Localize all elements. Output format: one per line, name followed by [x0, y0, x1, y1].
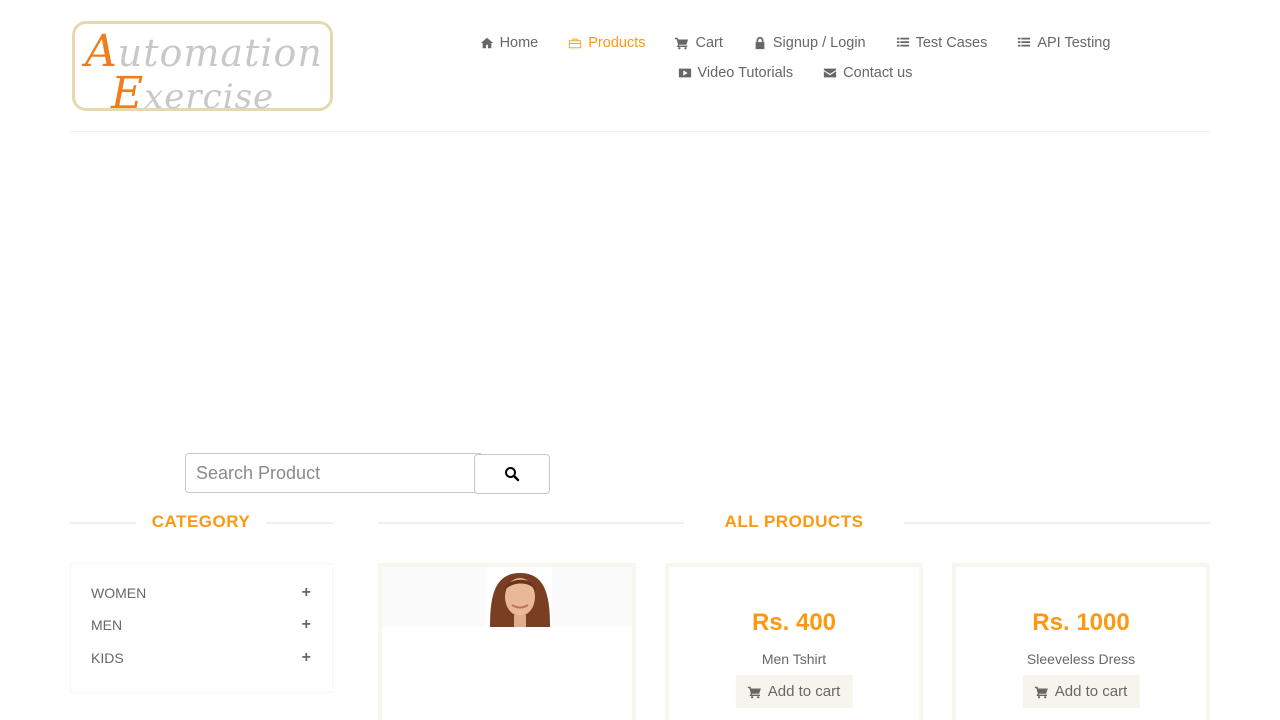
nav-row-1: Home Products Cart Signup / Login Test C… — [470, 28, 1120, 58]
cart-icon — [747, 686, 761, 698]
cart-icon — [1034, 686, 1048, 698]
site-logo[interactable]: Automation Exercise — [72, 21, 333, 119]
plus-icon[interactable]: + — [302, 584, 311, 602]
category-men[interactable]: MEN + — [91, 616, 311, 634]
nav-signup-login[interactable]: Signup / Login — [753, 35, 866, 51]
briefcase-icon — [569, 38, 582, 49]
product-card: Rs. 400 Men Tshirt Add to cart — [665, 563, 923, 720]
list-icon — [896, 37, 909, 47]
plus-icon[interactable]: + — [302, 616, 311, 634]
product-name: Men Tshirt — [761, 651, 827, 667]
main-nav: Home Products Cart Signup / Login Test C… — [470, 28, 1120, 88]
lock-icon — [755, 36, 765, 50]
all-products-title: ALL PRODUCTS — [724, 512, 864, 531]
add-to-cart-button[interactable]: Add to cart — [1022, 675, 1140, 708]
product-price: Rs. 400 — [751, 609, 837, 636]
envelope-icon — [824, 68, 837, 78]
product-card: Rs. 1000 Sleeveless Dress Add to cart — [952, 563, 1210, 720]
list-icon — [1018, 37, 1031, 47]
category-title-line-left — [70, 522, 136, 524]
nav-api-testing[interactable]: API Testing — [1017, 35, 1110, 51]
home-icon — [480, 37, 493, 49]
nav-products[interactable]: Products — [568, 35, 645, 51]
nav-video-tutorials[interactable]: Video Tutorials — [678, 65, 793, 81]
cart-icon — [675, 37, 689, 50]
youtube-play-icon — [678, 68, 691, 78]
product-image[interactable] — [382, 567, 632, 627]
header-divider — [70, 131, 1210, 132]
logo-line-2: Exercise — [111, 68, 275, 119]
product-card — [378, 563, 636, 720]
nav-test-cases[interactable]: Test Cases — [896, 35, 987, 51]
category-kids[interactable]: KIDS + — [91, 649, 311, 667]
category-title-line-right — [266, 522, 333, 524]
product-price: Rs. 1000 — [1032, 609, 1130, 636]
add-to-cart-button[interactable]: Add to cart — [735, 675, 853, 708]
search-input[interactable] — [185, 453, 481, 493]
category-title: CATEGORY — [151, 512, 251, 531]
nav-contact-us[interactable]: Contact us — [823, 65, 912, 81]
nav-row-2: Video Tutorials Contact us — [470, 58, 1120, 88]
search-button[interactable] — [474, 454, 550, 494]
search-icon — [505, 467, 520, 482]
category-panel: WOMEN + MEN + KIDS + — [70, 563, 333, 693]
plus-icon[interactable]: + — [302, 649, 311, 667]
product-name: Sleeveless Dress — [1026, 651, 1136, 667]
products-title-line-left — [378, 522, 684, 524]
products-title-line-right — [904, 522, 1210, 524]
nav-cart[interactable]: Cart — [675, 35, 723, 51]
nav-home[interactable]: Home — [480, 35, 538, 51]
category-women[interactable]: WOMEN + — [91, 584, 311, 602]
